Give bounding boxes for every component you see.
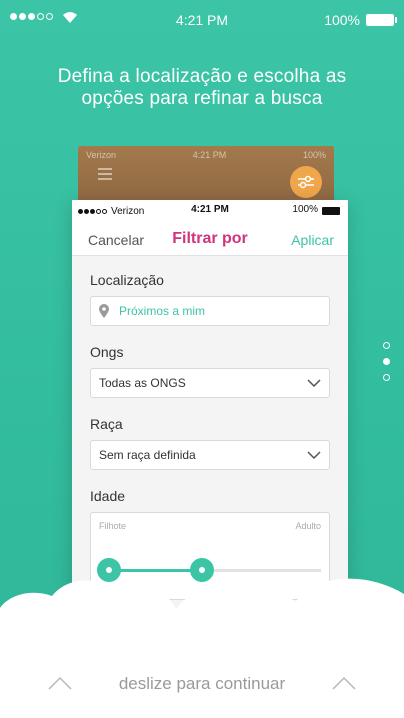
phone-status-bar: Verizon 4:21 PM 100% [72,200,348,222]
filter-nav-bar: Cancelar Filtrar por Aplicar [72,222,348,256]
location-value: Próximos a mim [119,304,206,318]
location-input[interactable]: Próximos a mim [90,296,330,326]
preview-time: 4:21 PM [192,150,227,160]
apply-button[interactable]: Aplicar [291,232,334,248]
phone-battery-percent: 100% [292,204,318,215]
ongs-label: Ongs [90,344,124,360]
chevron-up-icon [332,676,356,690]
age-max-label: Adulto [295,521,321,531]
page-dot[interactable] [383,358,390,365]
filter-sliders-icon [290,166,322,198]
age-label: Idade [90,488,126,504]
ongs-value: Todas as ONGS [99,376,186,390]
battery-icon [366,14,397,26]
swipe-hint[interactable]: deslize para continuar [0,672,404,696]
page-dot[interactable] [383,374,390,381]
breed-label: Raça [90,416,123,432]
breed-value: Sem raça definida [99,448,196,462]
preview-carrier: Verizon [86,150,117,160]
breed-select[interactable]: Sem raça definida [90,440,330,470]
hamburger-menu-icon [98,168,112,183]
preview-battery: 100% [302,150,326,160]
ongs-select[interactable]: Todas as ONGS [90,368,330,398]
page-indicator [383,342,390,381]
chevron-down-icon [307,379,321,387]
phone-battery-icon [322,207,340,215]
chevron-down-icon [307,451,321,459]
page-dot[interactable] [383,342,390,349]
location-label: Localização [90,272,164,288]
status-bar: 4:21 PM 100% [0,0,404,40]
preview-status-bar: Verizon 4:21 PM 100% [86,150,326,160]
onboarding-headline: Defina a localização e escolha as opções… [57,66,347,109]
battery-percent: 100% [324,12,360,28]
location-pin-icon [99,304,109,318]
age-min-label: Filhote [99,521,127,531]
